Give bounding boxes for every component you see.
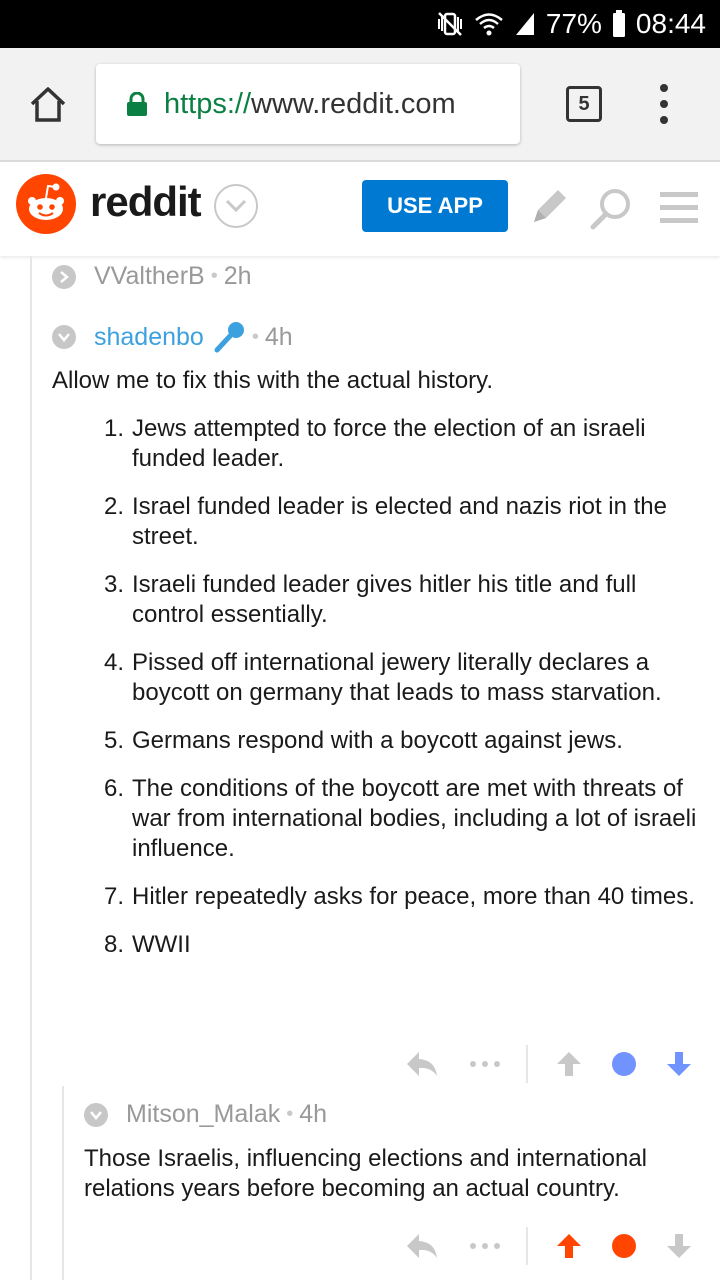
comment-author[interactable]: VValtherB [94, 262, 205, 291]
list-item: 3. Israeli funded leader gives hitler his… [104, 571, 637, 628]
comment-time: 4h [264, 322, 293, 351]
actions-divider [526, 1045, 528, 1083]
comment-time: 2h [223, 262, 252, 290]
comment-time: 4h [299, 1100, 328, 1128]
url-bar[interactable]: https://www.reddit.com [96, 64, 520, 144]
comment: shadenbo • 4h [52, 320, 293, 354]
status-bar: 77% 08:44 [0, 0, 720, 48]
vote-score-dot [610, 1051, 638, 1077]
list-item: 7. Hitler repeatedly asks for peace, more… [104, 883, 695, 910]
more-options-icon[interactable] [468, 1242, 502, 1250]
wifi-icon [474, 11, 504, 37]
browser-toolbar: https://www.reddit.com 5 [0, 48, 720, 162]
expand-icon[interactable] [52, 264, 76, 289]
overflow-menu-icon[interactable] [656, 84, 672, 124]
thread-line [30, 256, 32, 1280]
history-list: 1. Jews attempted to force the election o… [52, 414, 708, 978]
comment-reply: Mitson_Malak • 4h [84, 1100, 327, 1129]
comment-author[interactable]: shadenbo [94, 323, 204, 352]
comment-body: Those Israelis, influencing elections an… [84, 1145, 648, 1202]
meta-separator: • [286, 1103, 294, 1125]
pencil-icon[interactable] [526, 186, 570, 235]
hamburger-menu-icon[interactable] [660, 190, 698, 231]
clock: 08:44 [635, 8, 706, 39]
vote-score-dot [610, 1233, 638, 1259]
search-icon[interactable] [588, 186, 634, 237]
comment-body-intro: Allow me to fix this with the actual his… [52, 367, 494, 394]
battery-percent: 77% [545, 8, 602, 39]
url-host: www.reddit.com [251, 87, 456, 120]
collapse-icon[interactable] [52, 325, 76, 349]
list-item: 5. Germans respond with a boycott against… [104, 727, 623, 754]
reply-icon[interactable] [404, 1050, 440, 1078]
meta-separator: • [251, 325, 259, 348]
list-item: 4. Pissed off international jewery litera… [104, 649, 662, 706]
use-app-button[interactable]: USE APP [362, 180, 508, 232]
signal-icon [514, 11, 536, 37]
list-item: 8. WWII [104, 931, 191, 958]
list-item: 6. The conditions of the boycott are met … [104, 775, 697, 862]
microphone-icon [212, 320, 246, 354]
reddit-wordmark[interactable]: reddit [90, 178, 202, 226]
mute-vibrate-icon [436, 11, 464, 37]
url-scheme: https:// [164, 87, 252, 120]
downvote-icon[interactable] [664, 1050, 694, 1078]
reply-icon[interactable] [404, 1232, 440, 1260]
collapse-icon[interactable] [84, 1102, 108, 1127]
actions-divider [526, 1227, 528, 1265]
more-options-icon[interactable] [468, 1060, 502, 1068]
comment-collapsed: VValtherB • 2h [52, 262, 252, 291]
downvote-icon[interactable] [664, 1232, 694, 1260]
snoo-logo-icon[interactable] [16, 174, 76, 234]
list-item: 1. Jews attempted to force the election o… [104, 415, 646, 472]
battery-icon [612, 10, 626, 38]
chevron-down-icon[interactable] [214, 184, 258, 228]
tab-switcher-button[interactable]: 5 [566, 86, 602, 122]
upvote-icon[interactable] [554, 1232, 584, 1260]
comment-author[interactable]: Mitson_Malak [126, 1100, 280, 1129]
lock-icon [126, 91, 148, 116]
url-text: https://www.reddit.com [164, 88, 456, 121]
reddit-header: reddit USE APP [0, 162, 720, 256]
upvote-icon[interactable] [554, 1050, 584, 1078]
meta-separator: • [210, 265, 218, 287]
comment-actions [404, 1226, 694, 1266]
list-item: 2. Israel funded leader is elected and na… [104, 493, 667, 550]
home-icon[interactable] [28, 84, 68, 124]
comment-actions [404, 1044, 694, 1084]
reply-thread-line [62, 1086, 64, 1280]
